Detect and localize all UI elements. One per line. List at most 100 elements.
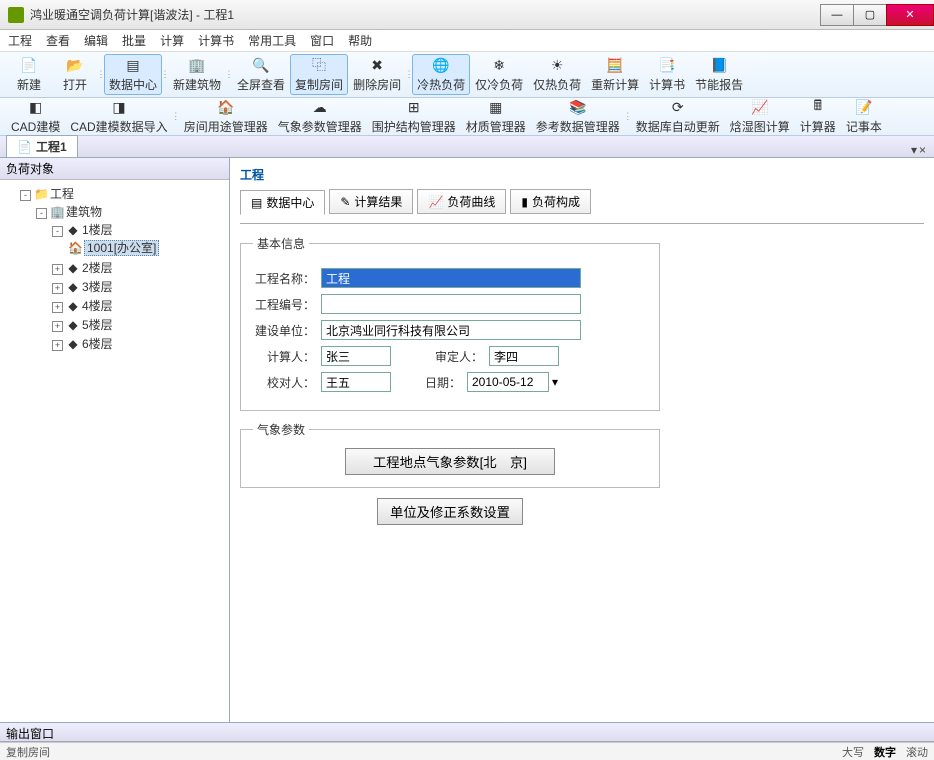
toolbar-label: 数据库自动更新 [636,118,720,135]
app-icon [8,7,24,23]
toolbar-button[interactable]: ▤数据中心 [104,54,162,95]
toolbar-button[interactable]: ◧ CAD建模 [6,100,65,133]
output-panel-header[interactable]: 输出窗口 [0,722,934,742]
tree-toggle-icon[interactable]: + [52,264,63,275]
object-tree[interactable]: -📁工程 -🏢建筑物 -◆1楼层🏠1001[办公室]+◆2楼层+◆3楼层+◆4楼… [0,180,229,722]
toolbar-button[interactable]: 📘节能报告 [690,54,748,95]
calc-by-input[interactable] [321,346,391,366]
minimize-button[interactable]: — [820,4,854,26]
proj-name-label: 工程名称： [253,270,315,287]
audit-by-input[interactable] [489,346,559,366]
toolbar-icon: ◧ [27,99,45,116]
proj-no-input[interactable] [321,294,581,314]
toolbar-button[interactable]: 🧮重新计算 [586,54,644,95]
toolbar-icon: 📈 [751,99,769,116]
toolbar-button[interactable]: ☁气象参数管理器 [273,100,367,133]
floor-icon: ◆ [66,318,80,332]
floor-icon: ◆ [66,337,80,351]
toolbar-button[interactable]: ❄仅冷负荷 [470,54,528,95]
tree-toggle-icon[interactable]: + [52,283,63,294]
tree-floor[interactable]: 4楼层 [82,299,113,313]
toolbar-label: CAD建模 [11,118,60,135]
menu-item[interactable]: 常用工具 [248,32,296,49]
tree-floor[interactable]: 5楼层 [82,318,113,332]
menu-item[interactable]: 批量 [122,32,146,49]
status-left: 复制房间 [6,744,50,760]
toolbar-button[interactable]: ☀仅热负荷 [528,54,586,95]
tree-floor[interactable]: 2楼层 [82,261,113,275]
toolbar-icon: ◨ [110,99,128,116]
document-tab-icon: 📄 [17,140,32,154]
close-button[interactable]: ✕ [886,4,934,26]
toolbar-button[interactable]: ⿻复制房间 [290,54,348,95]
tab-close-icon[interactable]: × [919,143,926,157]
weather-params-button[interactable]: 工程地点气象参数[北 京] [345,448,555,475]
check-by-input[interactable] [321,372,391,392]
date-dropdown-icon[interactable]: ▾ [552,375,558,389]
document-tab[interactable]: 📄 工程1 [6,135,78,157]
tree-panel: 负荷对象 -📁工程 -🏢建筑物 -◆1楼层🏠1001[办公室]+◆2楼层+◆3楼… [0,158,230,722]
content-tab[interactable]: ✎计算结果 [329,189,413,214]
weather-group: 气象参数 工程地点气象参数[北 京] [240,421,660,488]
tree-toggle-icon[interactable]: + [52,321,63,332]
toolbar-button[interactable]: 🌐冷热负荷 [412,54,470,95]
menu-item[interactable]: 工程 [8,32,32,49]
proj-name-input[interactable] [321,268,581,288]
tree-room[interactable]: 1001[办公室] [84,240,159,256]
toolbar-primary: 📄新建📂打开▤数据中心🏢新建筑物 🔍 全屏查看⿻复制房间✖删除房间🌐冷热负荷❄仅冷负… [0,52,934,98]
toolbar-button[interactable]: 🖩计算器 [795,100,841,133]
toolbar-button[interactable]: ▦材质管理器 [461,100,531,133]
menu-item[interactable]: 帮助 [348,32,372,49]
content-tab[interactable]: 📈负荷曲线 [417,189,506,214]
status-num: 数字 [874,744,896,760]
toolbar-label: 房间用途管理器 [184,118,268,135]
toolbar-label: 全屏查看 [237,76,285,93]
tab-label: 负荷构成 [532,193,580,210]
toolbar-button[interactable]: 🏢新建筑物 [168,54,226,95]
toolbar-button[interactable]: 🔍 全屏查看 [232,54,290,95]
company-label: 建设单位： [253,322,315,339]
company-input[interactable] [321,320,581,340]
tree-building[interactable]: 建筑物 [66,205,102,219]
toolbar-button[interactable]: 📄新建 [6,54,52,95]
toolbar-button[interactable]: 📂打开 [52,54,98,95]
toolbar-label: 焓湿图计算 [730,118,790,135]
content-tab[interactable]: ▮负荷构成 [510,189,591,214]
menu-item[interactable]: 查看 [46,32,70,49]
content-tab[interactable]: ▤数据中心 [240,190,325,215]
unit-correction-button[interactable]: 单位及修正系数设置 [377,498,523,525]
toolbar-button[interactable]: 📚参考数据管理器 [531,100,625,133]
toolbar-label: 围护结构管理器 [372,118,456,135]
toolbar-button[interactable]: ⊞围护结构管理器 [367,100,461,133]
tree-toggle-icon[interactable]: - [36,208,47,219]
tree-floor[interactable]: 3楼层 [82,280,113,294]
tree-toggle-icon[interactable]: + [52,302,63,313]
tree-floor[interactable]: 1楼层 [82,223,113,237]
menu-item[interactable]: 编辑 [84,32,108,49]
toolbar-button[interactable]: 📝记事本 [841,100,887,133]
tab-dropdown-icon[interactable]: ▾ [911,143,917,157]
tree-toggle-icon[interactable]: + [52,340,63,351]
date-input[interactable] [467,372,549,392]
maximize-button[interactable]: ▢ [853,4,887,26]
tree-floor[interactable]: 6楼层 [82,337,113,351]
toolbar-button[interactable]: ✖删除房间 [348,54,406,95]
tree-toggle-icon[interactable]: - [52,226,63,237]
toolbar-button[interactable]: 📑计算书 [644,54,690,95]
window-title: 鸿业暖通空调负荷计算[谐波法] - 工程1 [30,6,234,23]
toolbar-button[interactable]: 📈 焓湿图计算 [725,100,795,133]
toolbar-icon: 📂 [66,57,84,74]
building-icon: 🏢 [50,205,64,219]
toolbar-button[interactable]: ◨CAD建模数据导入 [65,100,172,133]
tree-root[interactable]: 工程 [50,187,74,201]
toolbar-button[interactable]: ⟳数据库自动更新 [631,100,725,133]
toolbar-label: 计算器 [800,118,836,135]
toolbar-button[interactable]: 🏠房间用途管理器 [179,100,273,133]
toolbar-icon: 🔍 [252,57,270,74]
menu-item[interactable]: 计算书 [198,32,234,49]
tree-toggle-icon[interactable]: - [20,190,31,201]
toolbar-label: 参考数据管理器 [536,118,620,135]
menu-item[interactable]: 窗口 [310,32,334,49]
menu-item[interactable]: 计算 [160,32,184,49]
toolbar-icon: ☀ [548,57,566,74]
